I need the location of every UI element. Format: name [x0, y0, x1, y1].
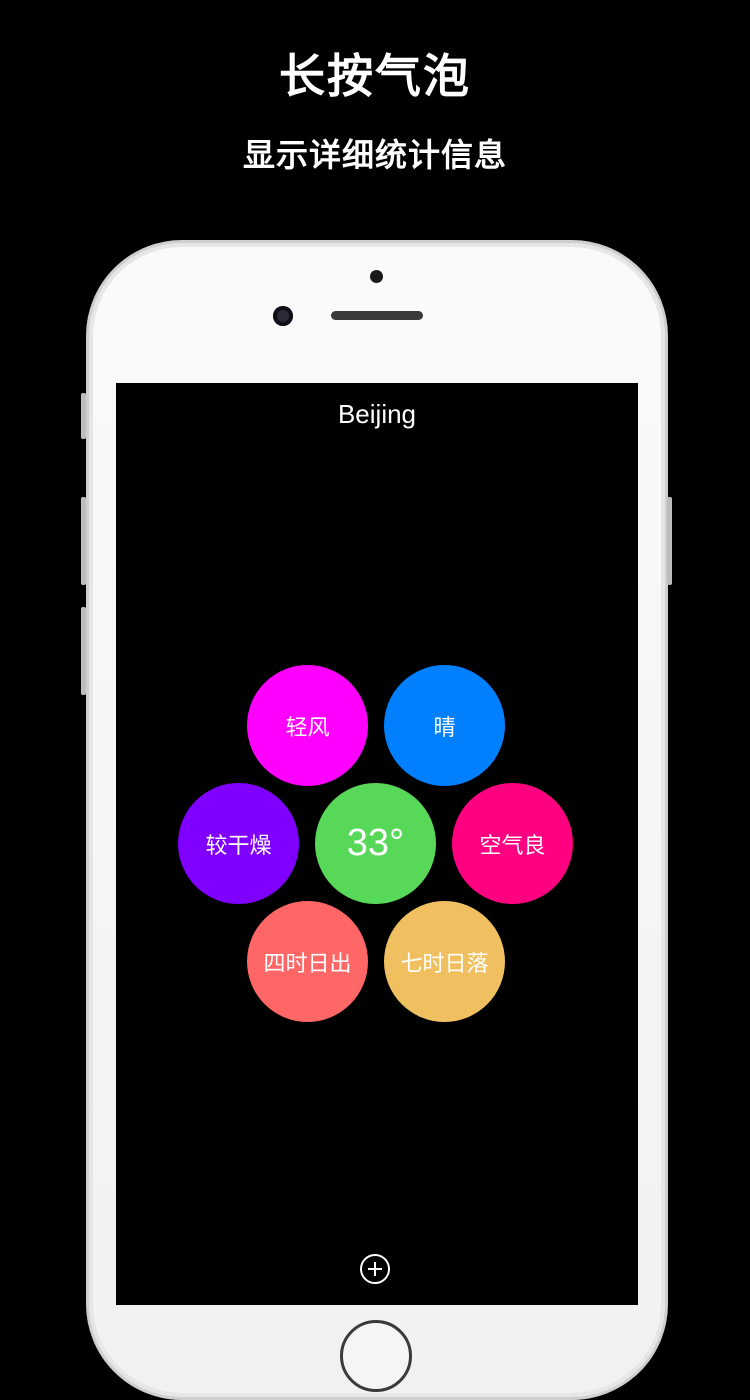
front-camera — [273, 306, 293, 326]
volume-down-button — [81, 607, 86, 695]
promo-title: 长按气泡 — [279, 49, 471, 103]
volume-up-button — [81, 497, 86, 585]
bubble-sunrise[interactable]: 四时日出 — [247, 901, 368, 1022]
home-button — [340, 1320, 412, 1392]
bubble-wind[interactable]: 轻风 — [247, 665, 368, 786]
bubble-temperature[interactable]: 33° — [315, 783, 436, 904]
proximity-sensor — [370, 270, 383, 283]
power-button — [667, 497, 672, 585]
earpiece-speaker — [331, 311, 423, 320]
city-title: Beijing — [337, 399, 417, 429]
bubble-humidity[interactable]: 较干燥 — [178, 783, 299, 904]
bubble-sky[interactable]: 晴 — [384, 665, 505, 786]
promo-subtitle: 显示详细统计信息 — [242, 136, 507, 174]
mute-switch — [81, 393, 86, 439]
bubble-air-quality[interactable]: 空气良 — [452, 783, 573, 904]
phone-screen: Beijing 轻风 晴 较干燥 33° 空气良 四时日出 七时日落 — [116, 383, 638, 1305]
bubble-sunset[interactable]: 七时日落 — [384, 901, 505, 1022]
plus-circle-icon[interactable] — [360, 1254, 390, 1284]
